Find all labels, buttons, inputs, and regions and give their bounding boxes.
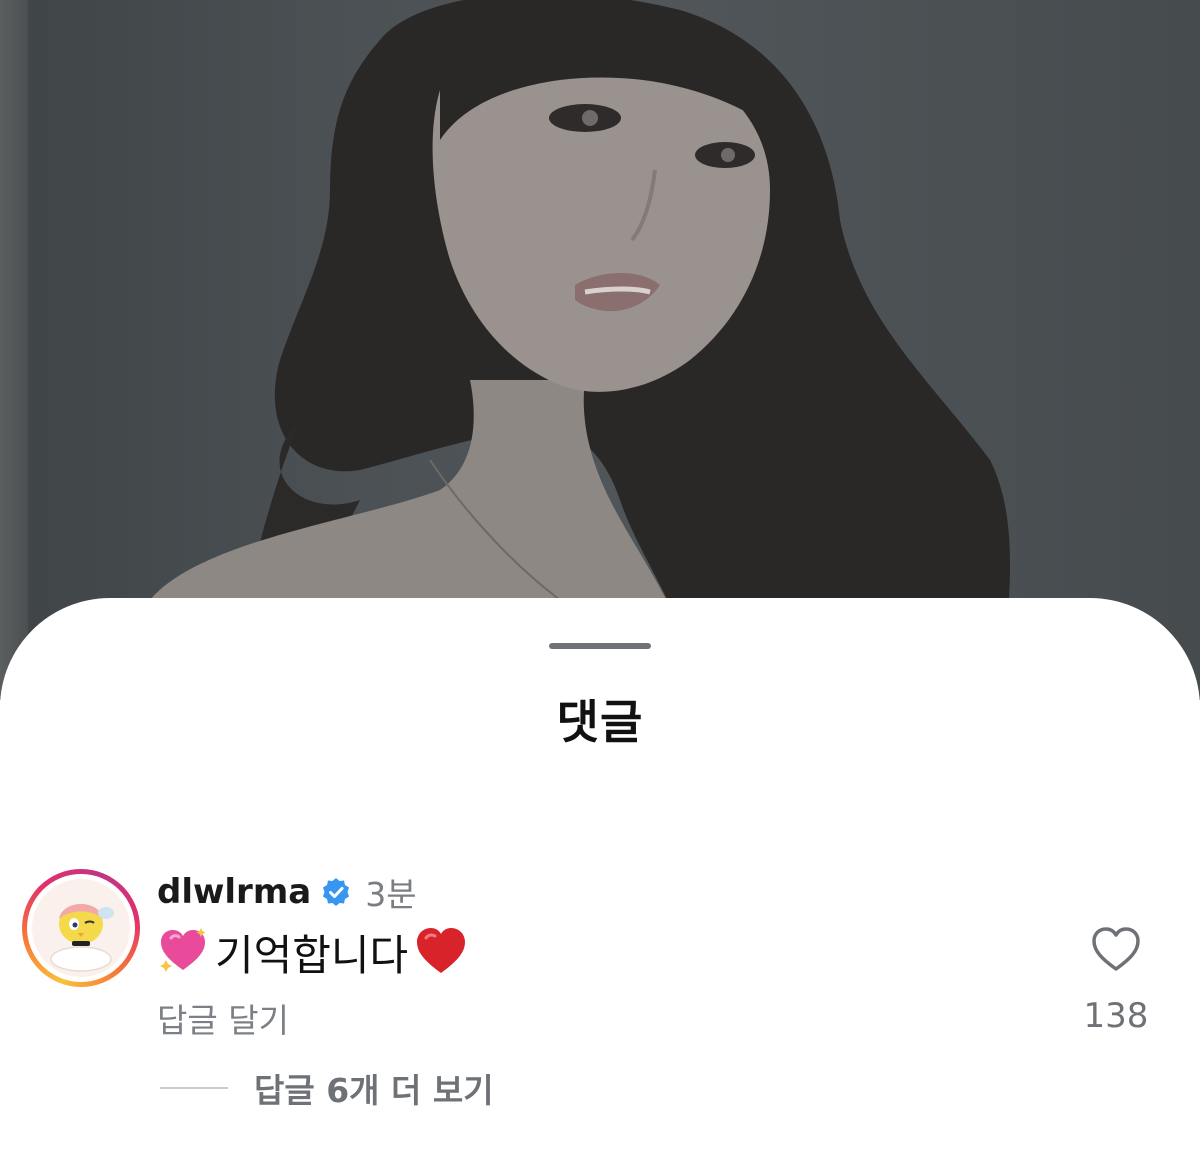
red-heart-icon <box>414 925 468 979</box>
sheet-drag-handle[interactable] <box>549 643 651 649</box>
sheet-title: 댓글 <box>556 695 644 749</box>
sparkling-heart-icon <box>157 924 209 980</box>
portrait-illustration <box>140 0 1010 700</box>
view-replies-label[interactable]: 답글 6개 더 보기 <box>254 1064 494 1112</box>
view-replies-button[interactable]: 답글 6개 더 보기 <box>160 1064 494 1112</box>
comment-header: dlwlrma 3분 <box>157 870 417 914</box>
avatar-story-ring[interactable] <box>22 869 140 987</box>
reply-button[interactable]: 답글 달기 <box>157 994 289 1042</box>
verified-badge-icon <box>321 877 351 907</box>
like-count: 138 <box>1083 996 1149 1036</box>
background-photo <box>0 0 1200 700</box>
view-replies-divider <box>160 1087 228 1089</box>
comment-body: 기억합니다 <box>157 922 468 982</box>
username[interactable]: dlwlrma <box>157 872 311 912</box>
avatar[interactable] <box>32 879 130 977</box>
comment-text: 기억합니다 <box>215 930 409 980</box>
comment-time: 3분 <box>365 875 417 914</box>
avatar-cartoon-image <box>50 904 114 972</box>
like-heart-icon[interactable] <box>1090 925 1142 973</box>
